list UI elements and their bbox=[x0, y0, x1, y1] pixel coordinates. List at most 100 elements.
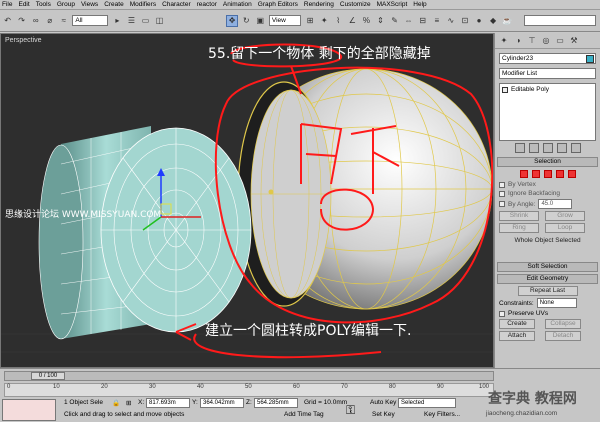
menu-edit[interactable]: Edit bbox=[18, 1, 29, 8]
modifier-list-select[interactable]: Modifier List bbox=[499, 68, 596, 79]
menu-customize[interactable]: Customize bbox=[340, 1, 371, 8]
make-unique-icon[interactable] bbox=[542, 143, 553, 153]
maxscript-listener[interactable] bbox=[2, 399, 56, 421]
element-icon[interactable] bbox=[567, 170, 576, 178]
angle-input[interactable]: 45.0 bbox=[538, 199, 573, 209]
rollout-soft-selection[interactable]: Soft Selection bbox=[497, 262, 598, 272]
rollout-edit-geometry[interactable]: Edit Geometry bbox=[497, 274, 598, 284]
menu-character[interactable]: Character bbox=[162, 1, 191, 8]
grow-button[interactable]: Grow bbox=[545, 211, 585, 221]
border-icon[interactable] bbox=[543, 170, 552, 178]
select-manipulate-icon[interactable]: ✦ bbox=[319, 15, 330, 27]
edge-icon[interactable] bbox=[531, 170, 540, 178]
create-button[interactable]: Create bbox=[499, 319, 535, 329]
angle-snap-icon[interactable]: ∠ bbox=[347, 15, 358, 27]
percent-snap-icon[interactable]: % bbox=[361, 15, 372, 27]
key-icon[interactable]: ⚿ bbox=[346, 403, 355, 418]
bind-spacewarp-icon[interactable]: ≈ bbox=[58, 15, 69, 27]
attach-button[interactable]: Attach bbox=[499, 331, 535, 341]
track-bar[interactable]: 0 10 20 30 40 50 60 70 80 90 100 bbox=[4, 383, 494, 397]
hierarchy-tab-icon[interactable]: ⊤ bbox=[527, 36, 537, 46]
preserve-uvs-checkbox[interactable] bbox=[499, 310, 505, 317]
utilities-tab-icon[interactable]: ⚒ bbox=[569, 36, 579, 46]
sphere-object[interactable] bbox=[237, 68, 493, 310]
z-coordinate-field[interactable]: 564.285mm bbox=[254, 398, 298, 408]
link-icon[interactable]: ∞ bbox=[30, 15, 41, 27]
scale-icon[interactable]: ▣ bbox=[255, 15, 266, 27]
constraints-select[interactable]: None bbox=[536, 298, 577, 308]
expand-icon[interactable] bbox=[502, 86, 508, 93]
quick-render-icon[interactable]: ☕ bbox=[502, 15, 513, 27]
pin-stack-icon[interactable] bbox=[514, 143, 525, 153]
select-by-name-icon[interactable]: ☰ bbox=[126, 15, 137, 27]
modify-tab-icon[interactable]: ◑ bbox=[513, 36, 523, 46]
menu-maxscript[interactable]: MAXScript bbox=[377, 1, 408, 8]
viewport-label[interactable]: Perspective bbox=[5, 37, 42, 44]
selection-region-icon[interactable]: ▭ bbox=[140, 15, 151, 27]
menu-graph-editors[interactable]: Graph Editors bbox=[258, 1, 298, 8]
window-crossing-icon[interactable]: ◫ bbox=[154, 15, 165, 27]
perspective-viewport[interactable]: Perspective 55.留下一个物体 剩下的全部隐藏掉 思缘设计论坛 WW… bbox=[0, 33, 494, 368]
schematic-icon[interactable]: ⊡ bbox=[459, 15, 470, 27]
named-selection-set-field[interactable] bbox=[523, 15, 597, 26]
render-setup-icon[interactable]: ◆ bbox=[488, 15, 499, 27]
ring-button[interactable]: Ring bbox=[499, 223, 539, 233]
collapse-button[interactable]: Collapse bbox=[545, 319, 581, 329]
menu-modifiers[interactable]: Modifiers bbox=[130, 1, 156, 8]
pivot-icon[interactable]: ⊞ bbox=[305, 15, 316, 27]
add-time-tag[interactable]: Add Time Tag bbox=[284, 411, 324, 418]
rotate-icon[interactable]: ↻ bbox=[241, 15, 252, 27]
redo-icon[interactable]: ↷ bbox=[16, 15, 27, 27]
menu-group[interactable]: Group bbox=[57, 1, 75, 8]
y-coordinate-field[interactable]: 364.042mm bbox=[200, 398, 244, 408]
reference-coord-select[interactable]: View bbox=[268, 15, 301, 26]
menu-create[interactable]: Create bbox=[104, 1, 124, 8]
undo-icon[interactable]: ↶ bbox=[2, 15, 13, 27]
layer-icon[interactable]: ≡ bbox=[431, 15, 442, 27]
set-key-button[interactable]: Set Key bbox=[372, 411, 395, 418]
stack-item-editable-poly[interactable]: Editable Poly bbox=[502, 86, 593, 93]
menu-help[interactable]: Help bbox=[413, 1, 426, 8]
object-color-swatch[interactable] bbox=[586, 54, 594, 63]
motion-tab-icon[interactable]: ◎ bbox=[541, 36, 551, 46]
menu-rendering[interactable]: Rendering bbox=[304, 1, 334, 8]
menu-views[interactable]: Views bbox=[81, 1, 98, 8]
selection-filter-select[interactable]: All bbox=[72, 15, 108, 26]
lock-selection-icon[interactable]: 🔒 bbox=[112, 399, 120, 407]
polygon-icon[interactable] bbox=[555, 170, 564, 178]
time-slider[interactable]: 0 / 100 bbox=[4, 371, 494, 381]
spinner-snap-icon[interactable]: ⇕ bbox=[375, 15, 386, 27]
create-tab-icon[interactable]: ✦ bbox=[499, 36, 509, 46]
absolute-mode-icon[interactable]: ⊞ bbox=[126, 399, 131, 407]
vertex-icon[interactable] bbox=[519, 170, 528, 178]
menu-animation[interactable]: Animation bbox=[223, 1, 252, 8]
cylinder-object[interactable] bbox=[38, 126, 252, 340]
menu-tools[interactable]: Tools bbox=[36, 1, 51, 8]
remove-modifier-icon[interactable] bbox=[556, 143, 567, 153]
by-angle-checkbox[interactable] bbox=[499, 201, 505, 207]
material-editor-icon[interactable]: ● bbox=[474, 15, 485, 27]
time-slider-thumb[interactable]: 0 / 100 bbox=[31, 372, 65, 380]
object-name-field[interactable]: Cylinder23 bbox=[499, 53, 596, 64]
display-tab-icon[interactable]: ▭ bbox=[555, 36, 565, 46]
snap-icon[interactable]: ⌇ bbox=[333, 15, 344, 27]
curve-editor-icon[interactable]: ∿ bbox=[445, 15, 456, 27]
named-selection-icon[interactable]: ✎ bbox=[389, 15, 400, 27]
menu-reactor[interactable]: reactor bbox=[197, 1, 217, 8]
move-icon[interactable]: ✥ bbox=[226, 14, 238, 27]
show-end-result-icon[interactable] bbox=[528, 143, 539, 153]
detach-button[interactable]: Detach bbox=[545, 331, 581, 341]
select-object-icon[interactable]: ▸ bbox=[112, 15, 123, 27]
auto-key-button[interactable]: Auto Key bbox=[370, 399, 396, 406]
rollout-selection[interactable]: Selection bbox=[497, 157, 598, 167]
mirror-icon[interactable]: ⇔ bbox=[403, 15, 414, 27]
repeat-last-button[interactable]: Repeat Last bbox=[517, 286, 578, 296]
key-filters-button[interactable]: Key Filters... bbox=[424, 411, 460, 418]
ignore-backfacing-checkbox[interactable] bbox=[499, 190, 505, 197]
by-vertex-checkbox[interactable] bbox=[499, 181, 505, 188]
shrink-button[interactable]: Shrink bbox=[499, 211, 539, 221]
auto-key-select[interactable]: Selected bbox=[398, 398, 456, 408]
unlink-icon[interactable]: ⌀ bbox=[44, 15, 55, 27]
align-icon[interactable]: ⊟ bbox=[417, 15, 428, 27]
configure-sets-icon[interactable] bbox=[570, 143, 581, 153]
